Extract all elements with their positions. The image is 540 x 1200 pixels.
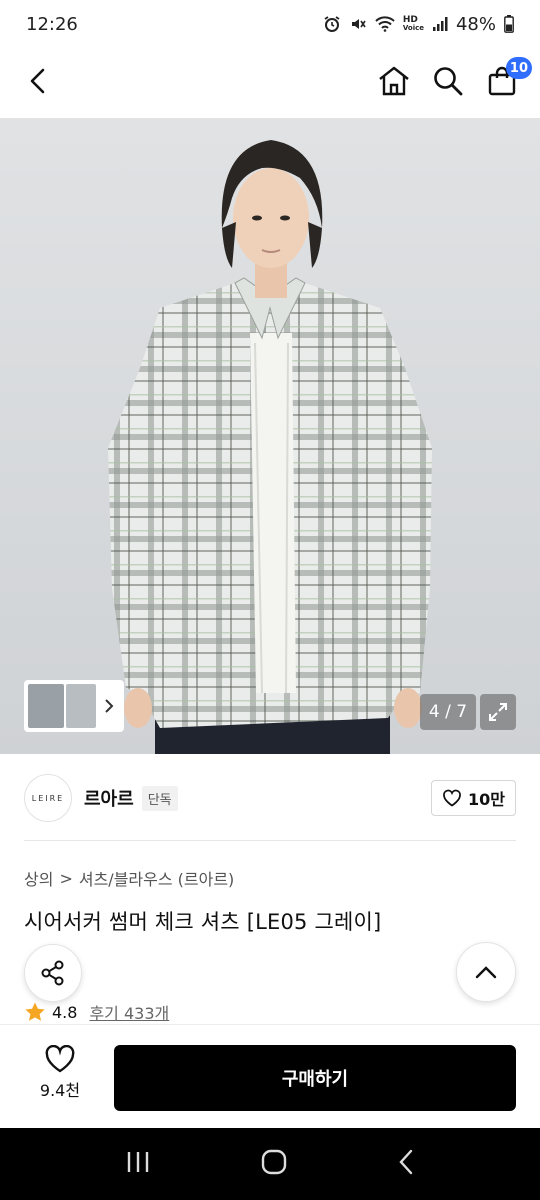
product-title: 시어서커 썸머 체크 셔츠 [LE05 그레이] [24, 910, 382, 934]
back-button[interactable] [20, 63, 56, 99]
breadcrumb-separator: > [59, 868, 73, 888]
rating-row: 4.8 후기 433개 [24, 1000, 169, 1024]
thumbnail-strip[interactable] [24, 680, 124, 732]
thumbnail-image[interactable] [66, 684, 96, 728]
alarm-icon [324, 16, 340, 32]
share-icon [41, 960, 64, 986]
image-counter: 4 / 7 [420, 694, 476, 730]
back-nav-button[interactable] [396, 1148, 416, 1180]
wifi-icon [375, 16, 395, 32]
home-circle-icon [261, 1149, 287, 1175]
header-actions: 10 [376, 57, 532, 99]
brand-logo[interactable]: LEIRE [24, 774, 72, 822]
back-nav-icon [399, 1149, 413, 1175]
recent-apps-button[interactable] [124, 1149, 152, 1179]
star-icon [25, 1002, 45, 1021]
cart-button[interactable]: 10 [484, 57, 532, 99]
status-icons: HD Voice 48% [323, 14, 514, 35]
product-photo [0, 118, 540, 754]
breadcrumb: 상의 > 셔츠/블라우스 (르아르) [24, 866, 234, 890]
home-icon [379, 66, 409, 96]
breadcrumb-category[interactable]: 상의 [24, 866, 53, 890]
battery-text: 48% [455, 13, 496, 35]
app-header: 10 [0, 48, 540, 114]
divider [24, 840, 516, 841]
expand-icon [489, 703, 507, 721]
brand-like-count: 10만 [468, 790, 505, 809]
brand-row: LEIRE 르아르 단독 10만 [24, 774, 516, 822]
breadcrumb-subcategory[interactable]: 셔츠/블라우스 (르아르) [79, 866, 234, 890]
mute-icon [351, 19, 366, 29]
home-nav-button[interactable] [260, 1148, 288, 1180]
chevron-up-icon [475, 966, 497, 979]
search-button[interactable] [430, 63, 466, 99]
review-count-link[interactable]: 후기 433개 [89, 1000, 169, 1024]
network-type: HD Voice [402, 15, 424, 33]
wishlist-count: 9.4천 [39, 1081, 81, 1100]
recent-apps-icon [127, 1152, 149, 1172]
status-bar: 12:26 HD Voice 48% [0, 0, 540, 48]
product-image-gallery[interactable]: 4 / 7 [0, 118, 540, 754]
signal-icon [432, 17, 448, 31]
system-navigation-bar [0, 1128, 540, 1200]
home-button[interactable] [376, 63, 412, 99]
heart-icon [443, 789, 461, 807]
bottom-action-bar: 9.4천 구매하기 [0, 1024, 540, 1128]
battery-icon [504, 15, 514, 33]
back-arrow-icon [30, 68, 45, 94]
thumbnail-image[interactable] [28, 684, 64, 728]
heart-icon [45, 1045, 75, 1073]
brand-like-button[interactable]: 10만 [431, 780, 516, 816]
buy-button[interactable]: 구매하기 [114, 1045, 516, 1111]
exclusive-badge: 단독 [141, 785, 178, 811]
fullscreen-button[interactable] [480, 694, 516, 730]
brand-name[interactable]: 르아르 [84, 785, 134, 811]
cart-count-badge: 10 [505, 57, 532, 79]
status-time: 12:26 [26, 13, 78, 35]
scroll-top-button[interactable] [456, 942, 516, 1002]
rating-score: 4.8 [52, 1002, 78, 1022]
share-button[interactable] [24, 944, 82, 1002]
wishlist-button[interactable]: 9.4천 [28, 1045, 92, 1101]
chevron-right-icon [105, 699, 114, 713]
search-icon [434, 67, 463, 96]
